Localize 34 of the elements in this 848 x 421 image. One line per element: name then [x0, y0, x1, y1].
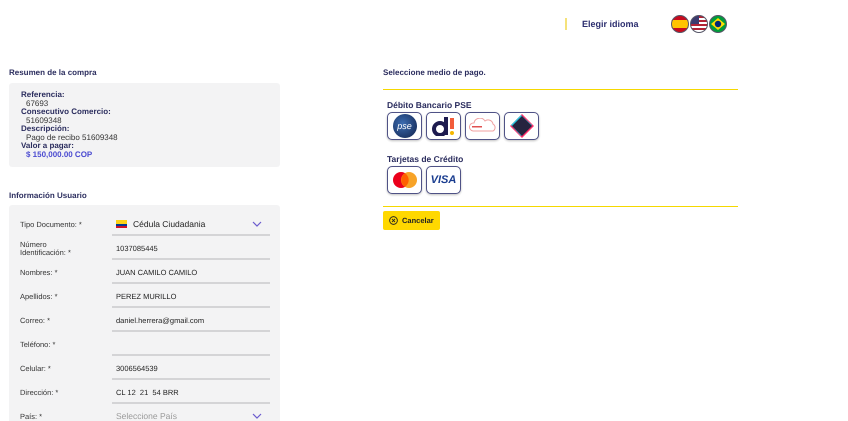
summary-label: Descripción: — [21, 125, 70, 134]
flag-icon[interactable] — [708, 15, 727, 33]
amount-value: $ 150,000.00 COP — [25, 150, 94, 159]
close-circle-icon — [389, 216, 398, 225]
summary-value: 67693 — [25, 100, 50, 108]
flag-icon — [116, 220, 127, 228]
chevron-down-icon — [252, 413, 262, 419]
language-label: Elegir idioma — [582, 19, 639, 29]
payment-method-button[interactable] — [426, 112, 461, 140]
payment-method-button[interactable] — [504, 112, 539, 140]
group-title: Tarjetas de Crédito — [387, 154, 464, 164]
cloud-logo-icon — [468, 118, 498, 134]
group-title: Débito Bancario PSE — [387, 100, 473, 110]
summary-label: Referencia: — [21, 91, 66, 100]
overlapping-circles-logo-icon — [392, 171, 418, 189]
pse-logo-button[interactable]: pse — [387, 112, 422, 140]
summary-value: Pago de recibo 51609348 — [26, 134, 119, 142]
diamond-logo-icon — [508, 113, 534, 139]
flag-icon[interactable] — [690, 15, 708, 33]
summary-label: Valor a pagar: — [21, 142, 75, 150]
section-title: Información Usuario — [9, 191, 88, 200]
letter-d-logo-icon — [432, 116, 456, 136]
chevron-down-icon — [252, 221, 262, 227]
select-placeholder: Seleccione País — [116, 411, 178, 421]
flag-icon[interactable] — [670, 15, 689, 33]
payment-method-button[interactable] — [387, 166, 422, 194]
summary-label: Consecutivo Comercio: — [21, 108, 112, 116]
summary-value: 51609348 — [25, 116, 63, 125]
section-title: Resumen de la compra — [9, 68, 98, 77]
select-value: Cédula Ciudadania — [133, 219, 206, 229]
section-title: Seleccione medio de pago. — [383, 58, 738, 90]
select-field[interactable]: Cédula Ciudadania — [112, 214, 270, 236]
payment-method-button[interactable] — [465, 112, 500, 140]
visa-logo-button[interactable]: VISA — [426, 166, 461, 194]
